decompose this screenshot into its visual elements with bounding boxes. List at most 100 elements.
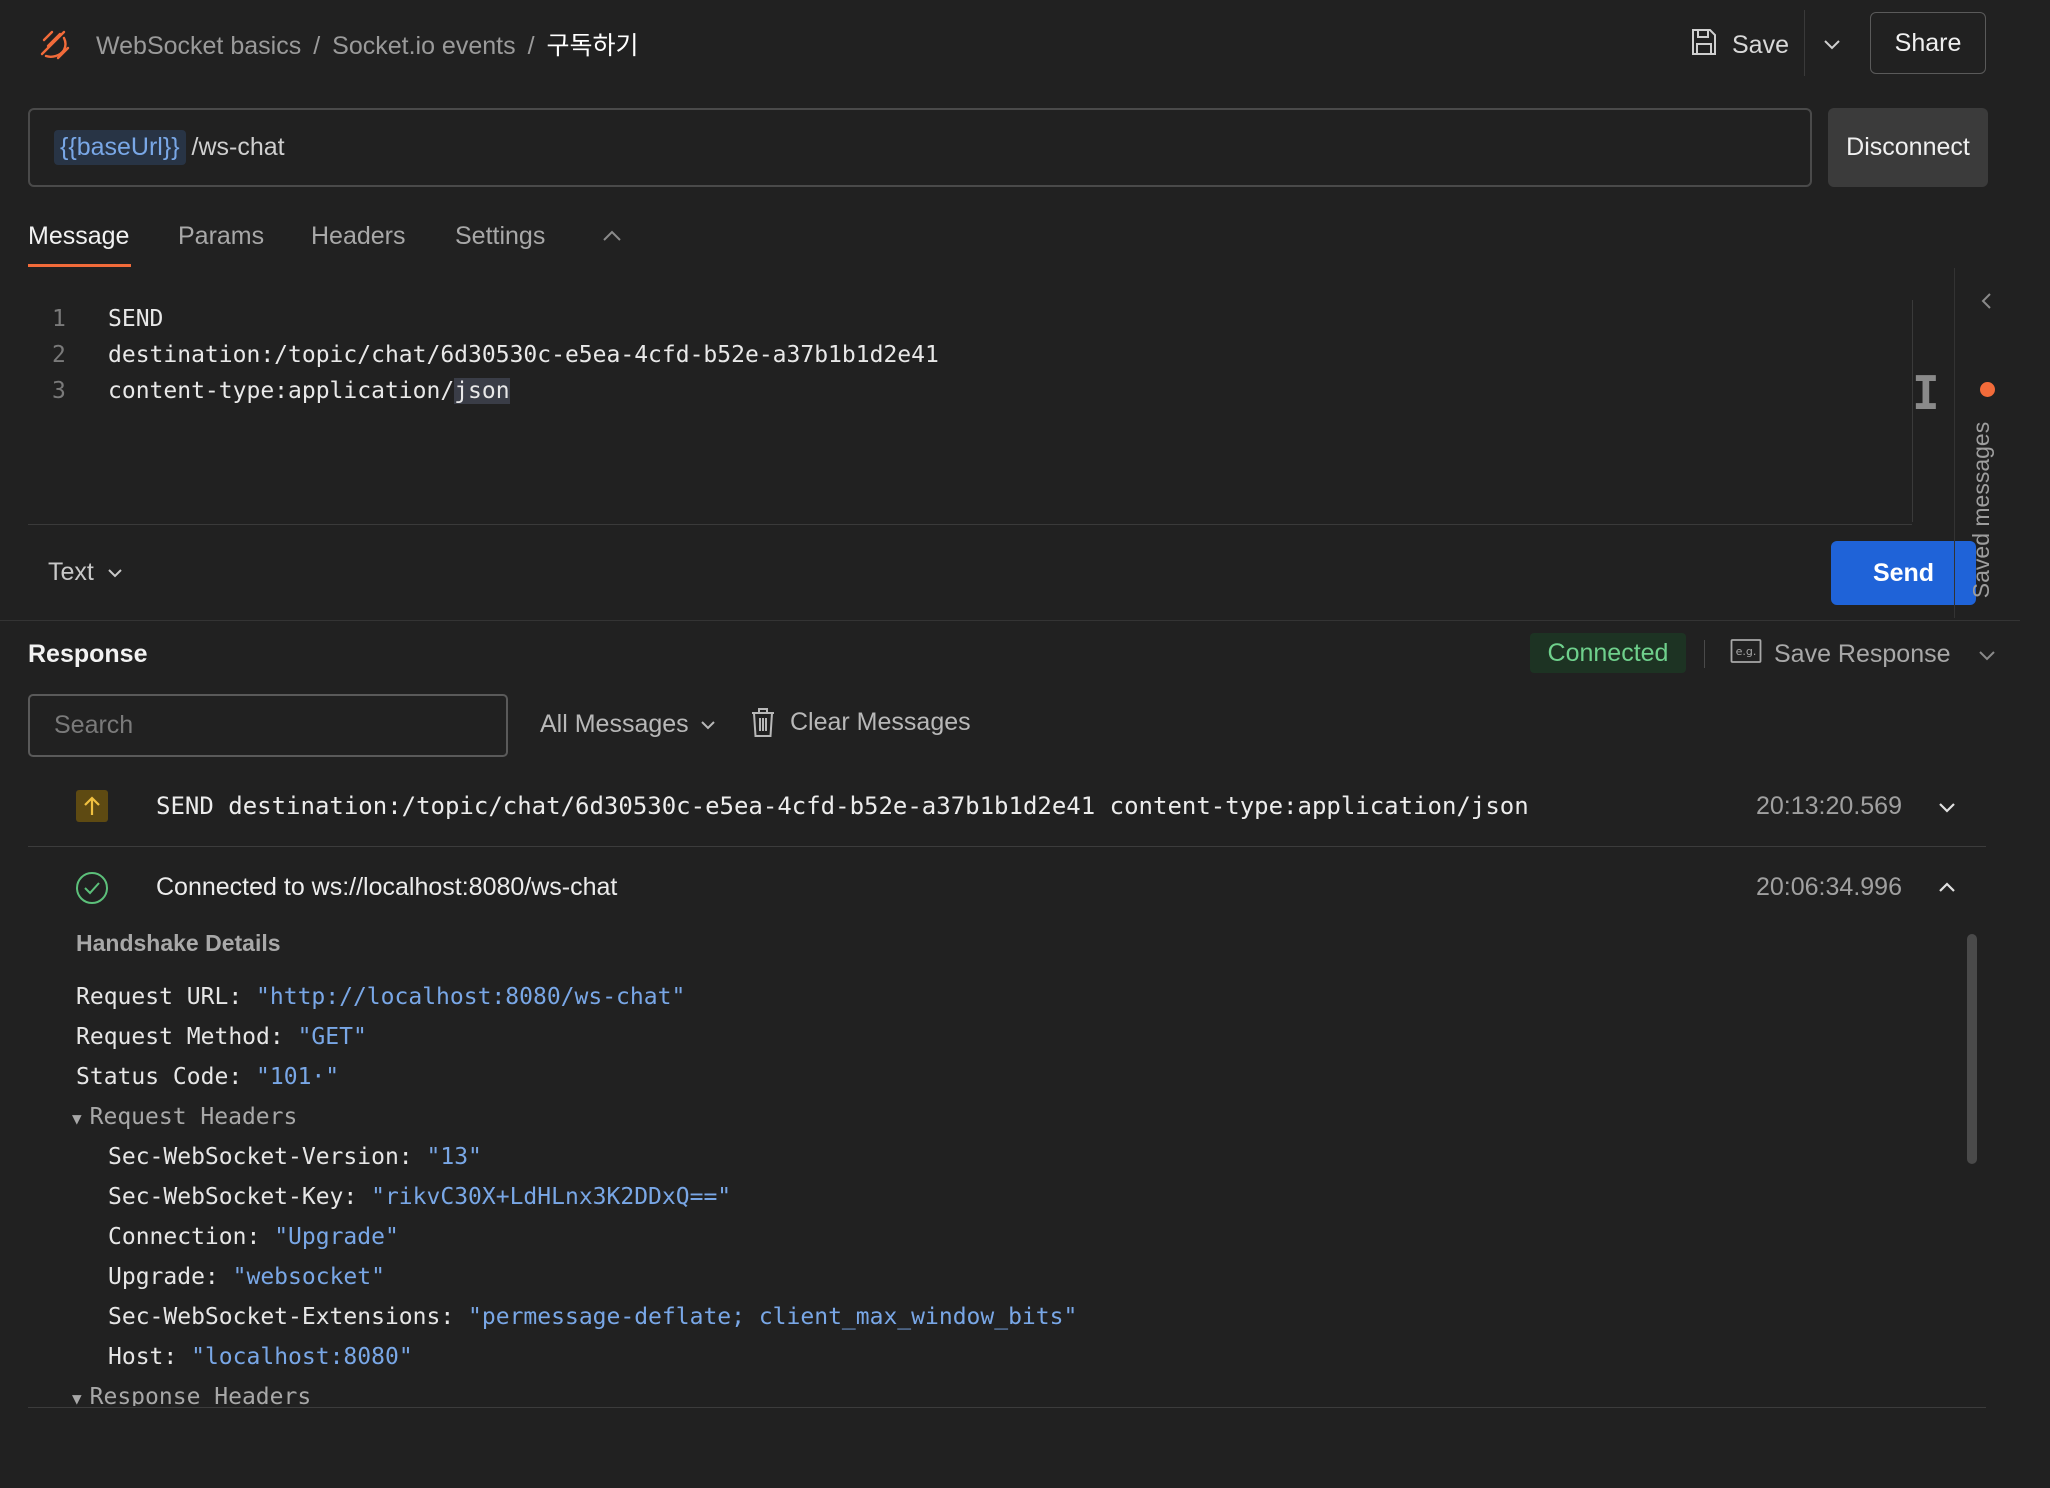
disconnect-button[interactable]: Disconnect [1828,108,1988,187]
breadcrumb-separator: / [527,32,535,60]
share-button[interactable]: Share [1870,12,1986,74]
save-icon [1690,27,1718,64]
response-title: Response [28,640,148,668]
code-line[interactable]: destination:/topic/chat/6d30530c-e5ea-4c… [108,342,939,368]
kv-key: Request Method: [76,1024,284,1050]
kv-key: Connection: [108,1224,261,1250]
chevron-left-icon[interactable] [1974,288,2000,314]
header-row: Sec-WebSocket-Extensions: "permessage-de… [108,1304,1077,1330]
handshake-details-title: Handshake Details [76,930,281,956]
header-row: Upgrade: "websocket" [108,1264,385,1290]
details-scrollbar[interactable] [1967,934,1977,1164]
header-row: Sec-WebSocket-Key: "rikvC30X+LdHLnx3K2DD… [108,1184,731,1210]
message-filter-dropdown[interactable]: All Messages [540,710,719,739]
kv-key: Upgrade: [108,1264,219,1290]
kv-value: "101·" [256,1064,340,1090]
saved-messages-tab[interactable]: Saved messages [1968,412,2006,608]
line-number: 3 [52,378,66,404]
save-button[interactable]: Save [1690,26,1789,64]
header-row: Sec-WebSocket-Version: "13" [108,1144,482,1170]
request-headers-label: Request Headers [89,1104,298,1130]
triangle-down-icon: ▼ [72,1109,82,1128]
chevron-up-icon[interactable] [598,224,626,248]
status-badge: Connected [1530,633,1686,673]
collapse-chevron-up-icon[interactable] [1932,872,1962,902]
kv-value: "13" [426,1144,482,1170]
message-text[interactable]: SEND destination:/topic/chat/6d30530c-e5… [156,792,1529,820]
tab-headers[interactable]: Headers [311,222,406,251]
divider [1804,10,1805,76]
kv-key: Sec-WebSocket-Extensions: [108,1304,455,1330]
breadcrumb-item-collection[interactable]: WebSocket basics [96,32,301,60]
app-logo-icon [38,28,72,62]
kv-value: "GET" [297,1024,367,1050]
divider [1954,268,1955,618]
code-text: content-type:application/ [108,378,455,404]
divider [28,524,1912,525]
message-filter-label: All Messages [540,710,689,738]
response-collapse-chevron-down-icon[interactable] [1972,640,2002,670]
url-variable-chip[interactable]: {{baseUrl}} [54,130,186,165]
tab-settings[interactable]: Settings [455,222,545,251]
kv-key: Status Code: [76,1064,243,1090]
breadcrumb: WebSocket basics / Socket.io events / 구독하기 [96,26,639,62]
request-url-row: Request URL: "http://localhost:8080/ws-c… [76,984,685,1010]
request-method-row: Request Method: "GET" [76,1024,367,1050]
divider [28,1407,1986,1408]
code-highlight: json [454,378,510,404]
save-options-chevron-down-icon[interactable] [1818,30,1846,58]
unsaved-indicator-dot [1980,382,1995,397]
chevron-down-icon [108,568,122,577]
url-input[interactable]: {{baseUrl}} /ws-chat [28,108,1812,187]
expand-chevron-down-icon[interactable] [1932,792,1962,822]
chevron-down-icon [700,720,715,729]
line-number: 2 [52,342,66,368]
kv-key: Sec-WebSocket-Version: [108,1144,413,1170]
check-circle-icon [75,871,109,905]
text-cursor-icon: I [1912,366,1940,420]
kv-key: Host: [108,1344,178,1370]
clear-messages-button[interactable]: Clear Messages [750,706,971,738]
status-code-row: Status Code: "101·" [76,1064,339,1090]
kv-value: "websocket" [232,1264,385,1290]
saved-messages-label: Saved messages [1968,421,1994,599]
save-response-label: Save Response [1774,640,1951,668]
message-format-dropdown[interactable]: Text [48,558,126,587]
kv-value: "rikvC30X+LdHLnx3K2DDxQ==" [371,1184,732,1210]
divider [0,620,2020,621]
header-row: Connection: "Upgrade" [108,1224,399,1250]
clear-messages-label: Clear Messages [790,707,971,736]
response-headers-label: Response Headers [89,1384,312,1406]
kv-value: "Upgrade" [274,1224,399,1250]
divider [1704,640,1705,668]
divider [28,846,1986,847]
kv-key: Request URL: [76,984,243,1010]
message-text[interactable]: Connected to ws://localhost:8080/ws-chat [156,873,617,902]
sent-arrow-up-icon [76,790,108,822]
active-tab-indicator [28,264,131,267]
kv-value: "http://localhost:8080/ws-chat" [256,984,686,1010]
breadcrumb-separator: / [313,32,321,60]
header-row: Host: "localhost:8080" [108,1344,413,1370]
breadcrumb-item-current[interactable]: 구독하기 [547,32,639,60]
kv-value: "permessage-deflate; client_max_window_b… [468,1304,1078,1330]
url-path-text: /ws-chat [191,133,285,161]
message-timestamp: 20:06:34.996 [1756,873,1902,901]
tab-params[interactable]: Params [178,222,264,251]
trash-icon [752,708,774,737]
code-line[interactable]: content-type:application/json [108,378,510,404]
message-format-label: Text [48,558,94,586]
triangle-down-icon: ▼ [72,1389,82,1406]
save-label: Save [1732,30,1789,59]
breadcrumb-item-folder[interactable]: Socket.io events [332,32,515,60]
tab-message[interactable]: Message [28,222,129,251]
message-timestamp: 20:13:20.569 [1756,792,1902,820]
line-number: 1 [52,306,66,332]
search-input[interactable] [28,694,508,757]
save-response-button[interactable]: e.g. Save Response [1730,638,1951,671]
kv-key: Sec-WebSocket-Key: [108,1184,358,1210]
response-headers-toggle[interactable]: ▼ Response Headers [72,1384,311,1406]
request-headers-toggle[interactable]: ▼ Request Headers [72,1104,297,1130]
kv-value: "localhost:8080" [191,1344,413,1370]
code-line[interactable]: SEND [108,306,163,332]
